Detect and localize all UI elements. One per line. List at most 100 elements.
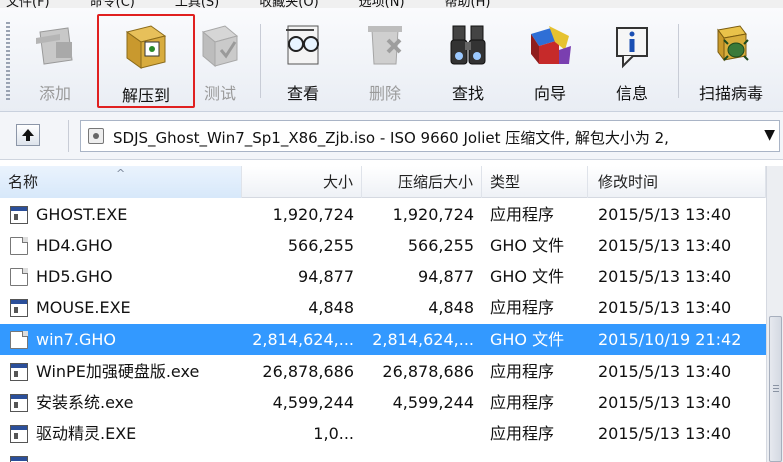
file-name: MOUSE.EXE <box>36 298 131 317</box>
file-modified: 2015/5/13 13:40 <box>598 393 732 412</box>
info-label: 信息 <box>615 84 648 103</box>
view-button[interactable]: 查看 <box>263 14 343 108</box>
file-type: 应用程序 <box>490 298 555 317</box>
view-label: 查看 <box>286 84 319 103</box>
file-packed-size: 4,599,244 <box>392 393 474 412</box>
scrollbar-thumb[interactable] <box>769 316 782 462</box>
file-row[interactable]: HD4.GHO 566,255 566,255 GHO 文件 2015/5/13… <box>0 230 766 261</box>
add-archive-icon <box>36 27 73 65</box>
menu-file[interactable]: 文件(F) <box>6 0 50 8</box>
exe-icon <box>10 456 28 462</box>
add-label: 添加 <box>38 84 71 103</box>
file-size: 2,814,624,... <box>252 330 354 349</box>
delete-button[interactable]: 删除 <box>345 14 425 108</box>
file-packed-size: 94,877 <box>418 267 474 286</box>
find-button[interactable]: 查找 <box>428 14 508 108</box>
file-type: 应用程序 <box>490 205 555 224</box>
extract-to-label: 解压到 <box>121 86 170 105</box>
address-path: SDJS_Ghost_Win7_Sp1_X86_Zjb.iso - ISO 96… <box>113 129 669 147</box>
file-type: GHO 文件 <box>490 330 565 349</box>
file-size: 1,0... <box>313 424 354 443</box>
find-label: 查找 <box>451 84 484 103</box>
address-dropdown-icon[interactable]: ▼ <box>764 127 775 143</box>
file-size: 566,255 <box>287 236 354 255</box>
file-list: 名称 ^ 大小 压缩后大小 类型 修改时间 GHOST.EXE 1,920,72… <box>0 166 766 462</box>
menu-options[interactable]: 选项(N) <box>359 0 405 8</box>
file-size: 26,878,686 <box>262 362 354 381</box>
file-row[interactable]: HD5.GHO 94,877 94,877 GHO 文件 2015/5/13 1… <box>0 261 766 292</box>
menu-tools[interactable]: 工具(S) <box>175 0 219 8</box>
file-row[interactable] <box>0 449 766 462</box>
file-modified: 2015/5/13 13:40 <box>598 267 732 286</box>
wizard-icon <box>531 26 571 64</box>
address-bar: SDJS_Ghost_Win7_Sp1_X86_Zjb.iso - ISO 96… <box>0 112 783 160</box>
column-packed-size[interactable]: 压缩后大小 <box>362 166 482 198</box>
address-field[interactable]: SDJS_Ghost_Win7_Sp1_X86_Zjb.iso - ISO 96… <box>80 120 780 152</box>
toolbar-grip[interactable] <box>6 22 10 100</box>
file-row-selected[interactable]: win7.GHO 2,814,624,... 2,814,624,... GHO… <box>0 324 766 355</box>
file-row[interactable]: 驱动精灵.EXE 1,0... 应用程序 2015/5/13 13:40 <box>0 418 766 449</box>
test-icon <box>201 25 239 68</box>
test-label: 测试 <box>203 84 236 103</box>
file-modified: 2015/5/13 13:40 <box>598 205 732 224</box>
file-packed-size: 566,255 <box>407 236 474 255</box>
menu-bar: 文件(F) 命令(C) 工具(S) 收藏夹(O) 选项(N) 帮助(H) <box>0 0 783 8</box>
file-packed-size: 1,920,724 <box>392 205 474 224</box>
find-icon <box>450 25 486 65</box>
test-button[interactable]: 测试 <box>180 14 260 108</box>
wizard-button[interactable]: 向导 <box>510 14 590 108</box>
sort-ascending-icon: ^ <box>116 167 126 180</box>
file-packed-size: 26,878,686 <box>382 362 474 381</box>
info-icon <box>616 27 648 69</box>
file-type: GHO 文件 <box>490 236 565 255</box>
delete-label: 删除 <box>368 84 401 103</box>
file-packed-size <box>362 418 482 449</box>
info-button[interactable]: 信息 <box>592 14 672 108</box>
file-modified: 2015/5/13 13:40 <box>598 298 732 317</box>
file-name: 驱动精灵.EXE <box>36 424 137 443</box>
file-row[interactable]: WinPE加强硬盘版.exe 26,878,686 26,878,686 应用程… <box>0 356 766 387</box>
file-type: 应用程序 <box>490 393 555 412</box>
up-arrow-icon <box>22 129 34 141</box>
column-type[interactable]: 类型 <box>482 166 588 198</box>
file-row[interactable]: GHOST.EXE 1,920,724 1,920,724 应用程序 2015/… <box>0 199 766 230</box>
column-size[interactable]: 大小 <box>242 166 362 198</box>
column-header: 名称 ^ 大小 压缩后大小 类型 修改时间 <box>0 166 766 198</box>
column-modified[interactable]: 修改时间 <box>588 166 766 198</box>
file-packed-size: 4,848 <box>428 298 474 317</box>
file-type: 应用程序 <box>490 424 555 443</box>
toolbar: 添加 解压到 测试 查看 删除 查找 向导 信息 扫描病毒 <box>0 8 783 112</box>
file-row[interactable]: 安装系统.exe 4,599,244 4,599,244 应用程序 2015/5… <box>0 387 766 418</box>
add-button[interactable]: 添加 <box>15 14 95 108</box>
file-modified: 2015/5/13 13:40 <box>598 424 732 443</box>
scan-virus-label: 扫描病毒 <box>698 84 763 103</box>
file-name: GHOST.EXE <box>36 205 128 224</box>
menu-favorites[interactable]: 收藏夹(O) <box>259 0 318 8</box>
archive-file-icon <box>88 128 104 144</box>
file-size: 4,599,244 <box>272 393 354 412</box>
delete-icon <box>368 26 402 65</box>
menu-commands[interactable]: 命令(C) <box>90 0 135 8</box>
file-type: 应用程序 <box>490 362 555 381</box>
column-name[interactable]: 名称 ^ <box>0 166 242 198</box>
wizard-label: 向导 <box>533 84 566 103</box>
file-modified: 2015/5/13 13:40 <box>598 362 732 381</box>
vertical-scrollbar[interactable] <box>766 166 783 462</box>
file-modified: 2015/10/19 21:42 <box>598 330 742 349</box>
file-modified: 2015/5/13 13:40 <box>598 236 732 255</box>
extract-to-icon <box>125 25 167 69</box>
file-row[interactable]: MOUSE.EXE 4,848 4,848 应用程序 2015/5/13 13:… <box>0 292 766 323</box>
file-type: GHO 文件 <box>490 267 565 286</box>
file-size: 4,848 <box>308 298 354 317</box>
menu-help[interactable]: 帮助(H) <box>445 0 491 8</box>
file-size: 1,920,724 <box>272 205 354 224</box>
scan-virus-button[interactable]: 扫描病毒 <box>686 14 776 108</box>
file-name: win7.GHO <box>36 330 116 349</box>
file-size: 94,877 <box>298 267 354 286</box>
file-name: 安装系统.exe <box>36 393 134 412</box>
up-folder-button[interactable] <box>16 124 40 146</box>
address-separator <box>68 120 69 152</box>
file-name: HD4.GHO <box>36 236 113 255</box>
file-name: WinPE加强硬盘版.exe <box>36 362 200 381</box>
view-icon <box>286 25 319 65</box>
